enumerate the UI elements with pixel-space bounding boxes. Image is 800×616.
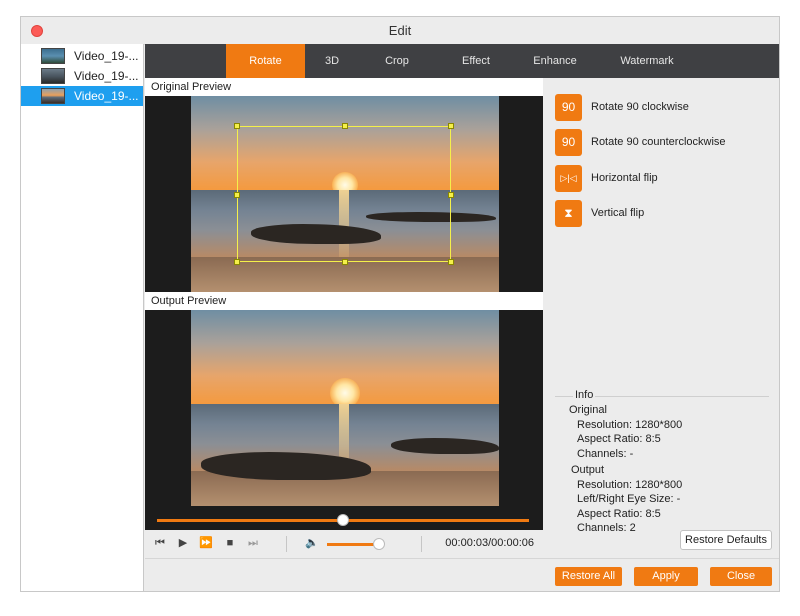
- option-label: Rotate 90 counterclockwise: [591, 136, 726, 148]
- horizontal-flip-button[interactable]: ▷|◁ Horizontal flip: [555, 165, 775, 193]
- info-original-heading: Original: [569, 404, 607, 416]
- divider: [286, 536, 287, 552]
- bottom-action-bar: Restore All Apply Close: [145, 558, 779, 591]
- info-output-channels: Channels: 2: [577, 522, 636, 534]
- divider: [421, 536, 422, 552]
- crop-handle[interactable]: [448, 192, 454, 198]
- crop-handle[interactable]: [234, 192, 240, 198]
- option-label: Rotate 90 clockwise: [591, 101, 689, 113]
- rotate-options-panel: 90 Rotate 90 clockwise 90 Rotate 90 coun…: [543, 78, 779, 558]
- info-output-eye-size: Left/Right Eye Size: -: [577, 493, 681, 505]
- video-thumbnail: [41, 88, 65, 104]
- original-preview: [145, 96, 543, 292]
- preview-panel: Original Preview Output Preview: [145, 78, 543, 530]
- restore-all-button[interactable]: Restore All: [555, 567, 622, 586]
- video-thumbnail: [41, 48, 65, 64]
- volume-icon[interactable]: 🔈: [305, 536, 319, 550]
- flip-vertical-icon: ⧗: [555, 200, 582, 227]
- seek-bar[interactable]: [145, 510, 543, 530]
- info-original-channels: Channels: -: [577, 448, 634, 460]
- tab-3d[interactable]: 3D: [312, 44, 352, 78]
- info-output-resolution: Resolution: 1280*800: [577, 479, 683, 491]
- file-item[interactable]: Video_19-...: [21, 46, 143, 66]
- file-label: Video_19-...: [74, 89, 139, 103]
- skip-forward-icon[interactable]: ⏭: [246, 536, 260, 550]
- close-button[interactable]: Close: [710, 567, 772, 586]
- playback-controls: ⏮ ▶ ⏩ ■ ⏭ 🔈 00:00:03/00:00:06: [145, 530, 543, 558]
- tab-rotate[interactable]: Rotate: [226, 44, 305, 78]
- skip-back-icon[interactable]: ⏮: [153, 536, 167, 550]
- info-box: Info Original Resolution: 1280*800 Aspec…: [555, 388, 769, 534]
- crop-handle[interactable]: [234, 123, 240, 129]
- timecode: 00:00:03/00:00:06: [445, 537, 534, 549]
- volume-slider[interactable]: [327, 543, 380, 546]
- info-original-resolution: Resolution: 1280*800: [577, 419, 683, 431]
- original-preview-label: Original Preview: [145, 78, 543, 96]
- fast-forward-icon[interactable]: ⏩: [199, 536, 213, 550]
- play-icon[interactable]: ▶: [176, 536, 190, 550]
- file-list: Video_19-... Video_19-... Video_19-...: [21, 44, 144, 591]
- output-preview: [145, 310, 543, 510]
- stop-icon[interactable]: ■: [223, 536, 237, 550]
- rotate-cw-button[interactable]: 90 Rotate 90 clockwise: [555, 94, 775, 122]
- rotate-ccw-button[interactable]: 90 Rotate 90 counterclockwise: [555, 129, 775, 157]
- option-label: Horizontal flip: [591, 172, 658, 184]
- rotate-cw-icon: 90: [555, 94, 582, 121]
- video-thumbnail: [41, 68, 65, 84]
- restore-defaults-button[interactable]: Restore Defaults: [680, 530, 772, 550]
- crop-handle[interactable]: [448, 259, 454, 265]
- info-output-heading: Output: [571, 464, 605, 476]
- volume-handle[interactable]: [373, 538, 386, 550]
- crop-handle[interactable]: [342, 123, 348, 129]
- file-item[interactable]: Video_19-...: [21, 66, 143, 86]
- info-output-aspect: Aspect Ratio: 8:5: [577, 508, 661, 520]
- window-title: Edit: [388, 23, 412, 38]
- edit-window: Edit Video_19-... Video_19-... Video_19-…: [20, 16, 780, 592]
- crop-handle[interactable]: [448, 123, 454, 129]
- output-frame-image: [191, 310, 499, 506]
- crop-handle[interactable]: [342, 259, 348, 265]
- rotate-ccw-icon: 90: [555, 129, 582, 156]
- flip-horizontal-icon: ▷|◁: [555, 165, 582, 192]
- apply-button[interactable]: Apply: [634, 567, 698, 586]
- edit-tabs: Rotate 3D Crop Effect Enhance Watermark: [145, 44, 779, 78]
- file-item-selected[interactable]: Video_19-...: [21, 86, 143, 106]
- output-preview-label: Output Preview: [145, 292, 543, 310]
- info-original-aspect: Aspect Ratio: 8:5: [577, 433, 661, 445]
- file-label: Video_19-...: [74, 69, 139, 83]
- tab-watermark[interactable]: Watermark: [613, 44, 681, 78]
- seek-handle[interactable]: [337, 514, 349, 526]
- option-label: Vertical flip: [591, 207, 645, 219]
- tab-crop[interactable]: Crop: [373, 44, 421, 78]
- crop-frame[interactable]: [234, 123, 454, 265]
- tab-effect[interactable]: Effect: [451, 44, 501, 78]
- title-bar: Edit: [21, 17, 779, 45]
- vertical-flip-button[interactable]: ⧗ Vertical flip: [555, 200, 775, 228]
- crop-handle[interactable]: [234, 259, 240, 265]
- info-title: Info: [573, 389, 596, 401]
- file-label: Video_19-...: [74, 49, 139, 63]
- tab-enhance[interactable]: Enhance: [526, 44, 584, 78]
